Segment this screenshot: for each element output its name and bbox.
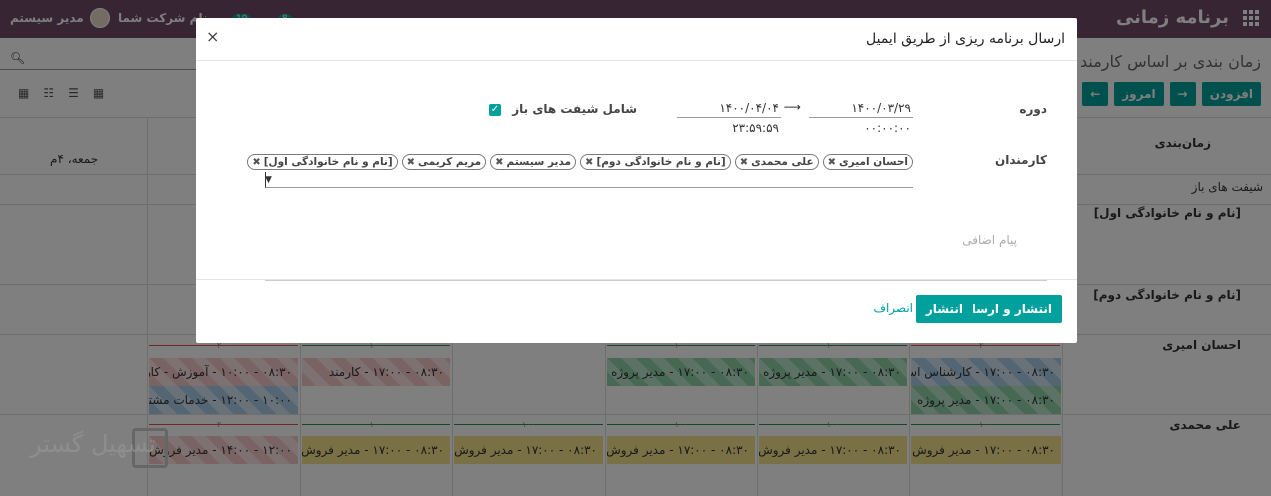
dialog-header: ارسال برنامه ریزی از طریق ایمیل ×	[196, 18, 1077, 61]
employee-tag: احسان امیری ✖	[822, 154, 913, 170]
send-schedule-dialog: ارسال برنامه ریزی از طریق ایمیل × دوره ۱…	[196, 18, 1077, 343]
employee-tag-label: [نام و نام خانوادگی دوم]	[596, 156, 726, 168]
include-open-shifts-checkbox[interactable]: ✓	[489, 104, 501, 116]
remove-tag-icon[interactable]: ✖	[828, 157, 836, 168]
employee-tag: [نام و نام خانوادگی دوم] ✖	[580, 154, 731, 170]
remove-tag-icon[interactable]: ✖	[407, 157, 415, 168]
chevron-down-icon[interactable]: ▼	[265, 175, 272, 185]
arrow-icon: ⟶	[783, 100, 801, 114]
employee-tag-label: مدیر سیستم	[506, 156, 572, 168]
remove-tag-icon[interactable]: ✖	[252, 157, 260, 168]
period-start-field[interactable]: ۱۴۰۰/۰۳/۲۹ ۰۰:۰۰:۰۰	[809, 98, 913, 135]
employee-tag-label: علی محمدی	[751, 156, 814, 168]
dialog-footer: انتشار و ارسال انتشار انصراف	[196, 280, 1077, 342]
employees-tags: احسان امیری ✖ علی محمدی ✖ [نام و نام خانوا…	[247, 154, 913, 170]
dialog-title: ارسال برنامه ریزی از طریق ایمیل	[866, 31, 1065, 47]
employee-tag-label: [نام و نام خانوادگی اول]	[263, 156, 393, 168]
watermark: تسهیل گستر	[30, 430, 156, 458]
employee-tag: مدیر سیستم ✖	[490, 154, 577, 170]
employee-tag-label: مریم کریمی	[418, 156, 482, 168]
include-open-shifts-label: شامل شیفت های باز	[512, 102, 637, 116]
remove-tag-icon[interactable]: ✖	[585, 157, 593, 168]
remove-tag-icon[interactable]: ✖	[740, 157, 748, 168]
employee-tag: علی محمدی ✖	[734, 154, 819, 170]
dialog-body: دوره ۱۴۰۰/۰۳/۲۹ ۰۰:۰۰:۰۰ ⟶ ۱۴۰۰/۰۴/۰۴ ۲۳…	[196, 61, 1077, 281]
additional-message-field[interactable]: پیام اضافی	[265, 233, 1047, 281]
employee-tag-label: احسان امیری	[839, 156, 908, 168]
message-placeholder: پیام اضافی	[962, 233, 1017, 247]
period-label: دوره	[1019, 102, 1047, 116]
period-end-field[interactable]: ۱۴۰۰/۰۴/۰۴ ۲۳:۵۹:۵۹	[677, 98, 781, 135]
remove-tag-icon[interactable]: ✖	[495, 157, 503, 168]
employee-tag: [نام و نام خانوادگی اول] ✖	[247, 154, 398, 170]
publish-button[interactable]: انتشار	[915, 295, 973, 323]
employee-tag: مریم کریمی ✖	[401, 154, 487, 170]
employees-label: کارمندان	[994, 153, 1047, 167]
close-icon[interactable]: ×	[206, 27, 219, 46]
employees-input[interactable]	[265, 172, 913, 188]
cancel-button[interactable]: انصراف	[874, 301, 913, 315]
